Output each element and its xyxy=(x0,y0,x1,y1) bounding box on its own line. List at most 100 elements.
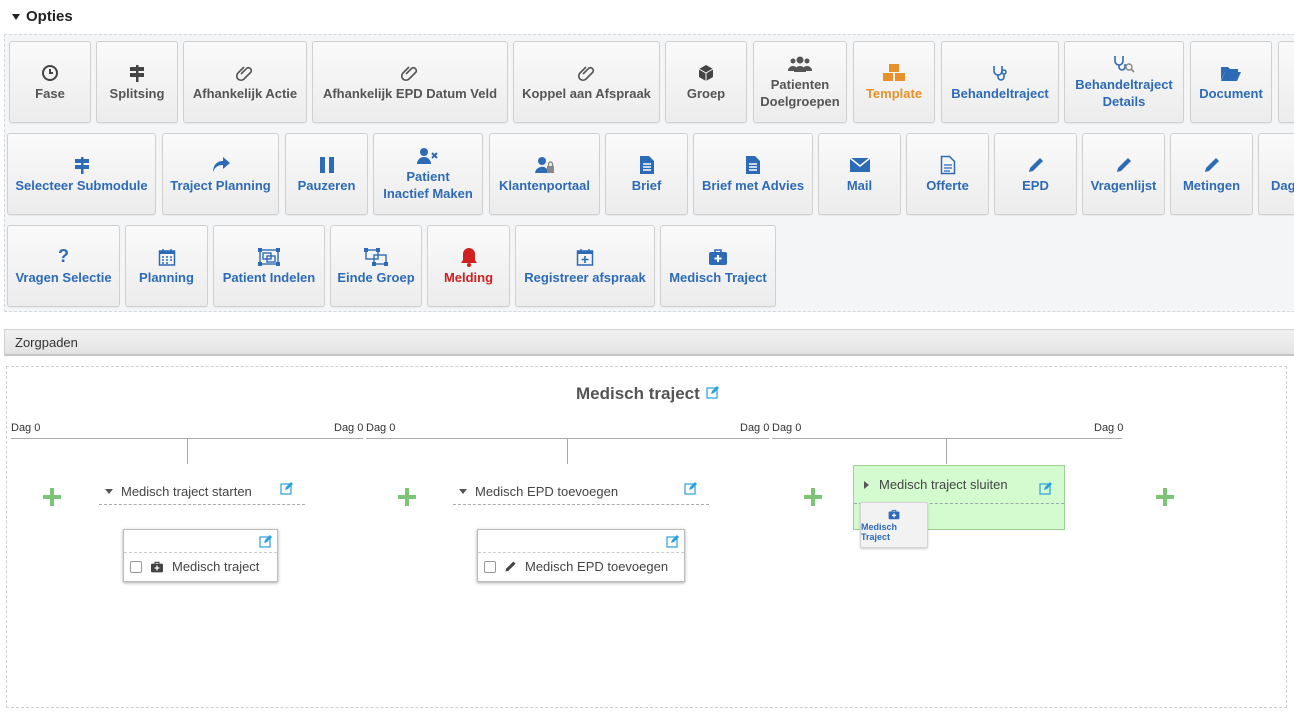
behandeltraject-button[interactable]: Behandeltraject xyxy=(941,41,1059,123)
timeline-connector xyxy=(946,438,947,464)
cubes-icon xyxy=(882,63,906,83)
action-card[interactable]: Medisch traject xyxy=(123,529,278,582)
dragged-medisch-traject-tile[interactable]: Medisch Traject xyxy=(860,502,928,548)
step-label: Medisch traject starten xyxy=(121,483,252,499)
groep-button[interactable]: Groep xyxy=(665,41,747,123)
opties-toggle[interactable]: Opties xyxy=(12,8,73,25)
edit-icon[interactable] xyxy=(706,384,719,404)
options-panel: Fase Splitsing Afhankelijk Actie Afhanke… xyxy=(4,34,1294,312)
zorgpaden-tab[interactable]: Zorgpaden xyxy=(4,329,1294,356)
mail-button[interactable]: Mail xyxy=(818,133,901,215)
patient-indelen-button[interactable]: Patient Indelen xyxy=(213,225,325,307)
vragen-selectie-button[interactable]: ? Vragen Selectie xyxy=(7,225,120,307)
splitsing-button[interactable]: Splitsing xyxy=(96,41,178,123)
klantenportaal-button[interactable]: Klantenportaal xyxy=(489,133,600,215)
signpost-icon xyxy=(127,63,147,83)
action-label: Medisch EPD toevoegen xyxy=(525,559,669,574)
b-cut-button[interactable]: B xyxy=(1278,41,1294,123)
flow-title-text: Medisch traject xyxy=(576,384,700,403)
offerte-button[interactable]: Offerte xyxy=(906,133,989,215)
dag-label: Dag 0 xyxy=(11,422,41,434)
users-icon xyxy=(788,54,812,74)
epd-button[interactable]: EPD xyxy=(994,133,1077,215)
patient-inactief-maken-button[interactable]: Patient Inactief Maken xyxy=(373,133,483,215)
add-step-plus-icon[interactable] xyxy=(803,487,823,510)
tile-label: Medisch Traject xyxy=(861,521,898,542)
add-step-plus-icon[interactable] xyxy=(1155,487,1175,510)
cube-icon xyxy=(697,63,715,83)
dag-label: Dag 0 xyxy=(366,422,396,434)
paperclip-icon xyxy=(236,63,254,83)
zorgpaden-title: Zorgpaden xyxy=(15,335,78,350)
action-label: Medisch traject xyxy=(172,559,260,574)
flow-title: Medisch traject xyxy=(576,384,719,404)
afhankelijk-actie-button[interactable]: Afhankelijk Actie xyxy=(183,41,307,123)
fase-button[interactable]: Fase xyxy=(9,41,91,123)
melding-button[interactable]: Melding xyxy=(427,225,510,307)
edit-icon[interactable] xyxy=(684,482,697,498)
medisch-traject-button[interactable]: Medisch Traject xyxy=(660,225,776,307)
bell-icon xyxy=(460,247,478,267)
folder-open-icon xyxy=(1220,63,1242,83)
brief-button[interactable]: Brief xyxy=(605,133,688,215)
timeline-connector xyxy=(187,438,188,464)
pencil-icon xyxy=(1203,155,1221,175)
registreer-afspraak-button[interactable]: Registreer afspraak xyxy=(515,225,655,307)
document-button[interactable]: Document xyxy=(1190,41,1272,123)
einde-groep-button[interactable]: Einde Groep xyxy=(330,225,422,307)
add-step-plus-icon[interactable] xyxy=(42,487,62,510)
object-group-icon xyxy=(258,247,280,267)
add-step-plus-icon[interactable] xyxy=(397,487,417,510)
behandeltraject-details-button[interactable]: Behandeltraject Details xyxy=(1064,41,1184,123)
timeline-connector xyxy=(567,438,568,464)
flow-step[interactable]: Medisch EPD toevoegen xyxy=(453,478,709,505)
expand-caret-icon[interactable] xyxy=(105,488,113,494)
brief-met-advies-button[interactable]: Brief met Advies xyxy=(693,133,813,215)
envelope-icon xyxy=(849,155,871,175)
selecteer-submodule-button[interactable]: Selecteer Submodule xyxy=(7,133,156,215)
edit-icon[interactable] xyxy=(259,535,272,551)
action-checkbox[interactable] xyxy=(484,560,496,573)
edit-icon[interactable] xyxy=(666,535,679,551)
action-card[interactable]: Medisch EPD toevoegen xyxy=(477,529,685,582)
pause-icon xyxy=(318,155,336,175)
edit-icon[interactable] xyxy=(280,482,293,498)
file-text-icon xyxy=(639,155,655,175)
file-outline-icon xyxy=(940,155,956,175)
clock-icon xyxy=(41,63,59,83)
pauzeren-button[interactable]: Pauzeren xyxy=(285,133,368,215)
template-button[interactable]: Template xyxy=(853,41,935,123)
user-remove-icon xyxy=(417,146,439,166)
dag-cut-button[interactable]: Dag xyxy=(1258,133,1294,215)
medkit-icon xyxy=(708,247,728,267)
afhankelijk-epd-datum-button[interactable]: Afhankelijk EPD Datum Veld xyxy=(312,41,508,123)
metingen-button[interactable]: Metingen xyxy=(1170,133,1253,215)
dag-label: Dag 0 xyxy=(740,422,770,434)
flow-step[interactable]: Medisch traject starten xyxy=(99,478,305,505)
calendar-plus-icon xyxy=(576,247,594,267)
edit-icon[interactable] xyxy=(1039,482,1052,498)
stethoscope-search-icon xyxy=(1112,54,1136,74)
pencil-icon xyxy=(1115,155,1133,175)
calendar-icon xyxy=(158,247,176,267)
paperclip-icon xyxy=(577,63,596,83)
patienten-doelgroepen-button[interactable]: Patienten Doelgroepen xyxy=(753,41,847,123)
dag-label: Dag 0 xyxy=(1094,422,1124,434)
traject-planning-button[interactable]: Traject Planning xyxy=(162,133,279,215)
action-checkbox[interactable] xyxy=(130,560,142,573)
dag-label: Dag 0 xyxy=(772,422,802,434)
koppel-aan-afspraak-button[interactable]: Koppel aan Afspraak xyxy=(513,41,660,123)
collapse-caret-icon xyxy=(12,13,20,20)
vragenlijst-button[interactable]: Vragenlijst xyxy=(1082,133,1165,215)
stethoscope-icon xyxy=(991,63,1009,83)
collapse-caret-icon[interactable] xyxy=(864,480,869,489)
question-icon: ? xyxy=(58,246,69,266)
step-label: Medisch EPD toevoegen xyxy=(475,483,619,499)
paperclip-icon xyxy=(401,63,419,83)
planning-button[interactable]: Planning xyxy=(125,225,208,307)
pencil-icon xyxy=(504,560,517,573)
file-text-icon xyxy=(745,155,761,175)
timeline-line xyxy=(772,438,1122,439)
expand-caret-icon[interactable] xyxy=(459,488,467,494)
signpost-icon xyxy=(72,155,92,175)
